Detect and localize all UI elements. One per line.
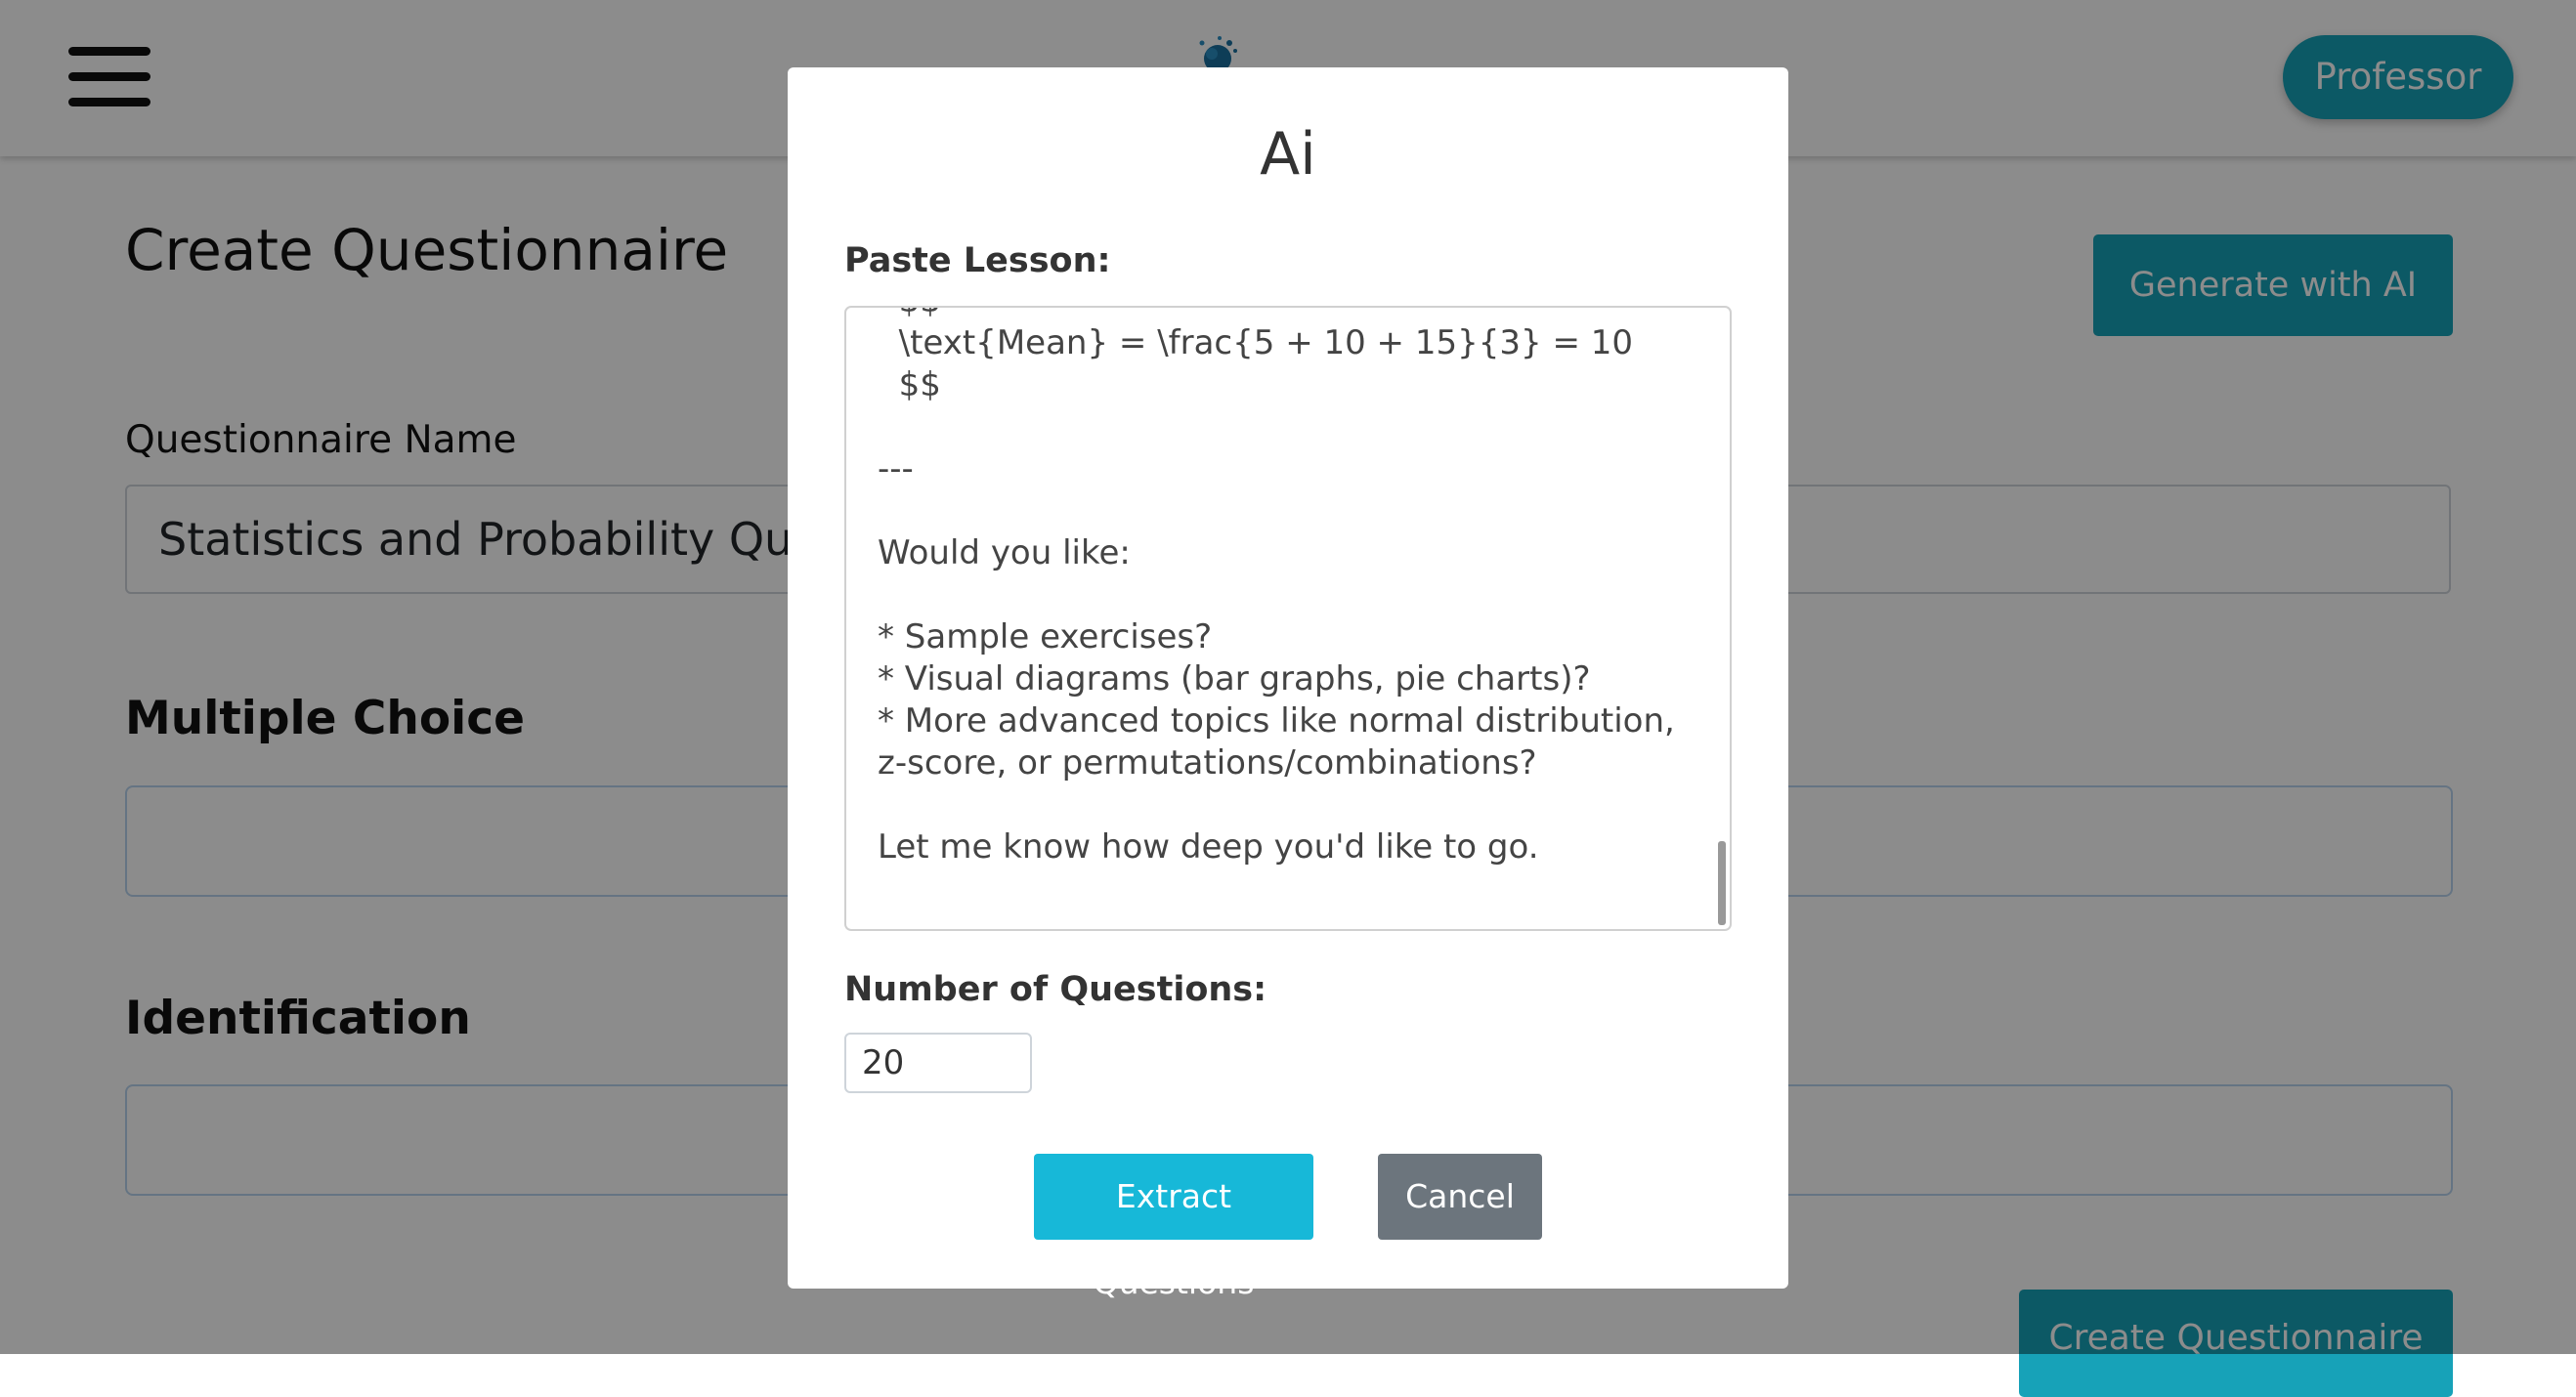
ai-modal: Ai Paste Lesson: $$ \text{Mean} = \frac{… (788, 67, 1788, 1301)
paste-lesson-label: Paste Lesson: (844, 241, 1111, 280)
lesson-text: $$ \text{Mean} = \frac{5 + 10 + 15}{3} =… (878, 308, 1675, 867)
cancel-button[interactable]: Cancel (1378, 1154, 1542, 1240)
number-of-questions-label: Number of Questions: (844, 970, 1267, 1009)
lesson-textarea[interactable]: $$ \text{Mean} = \frac{5 + 10 + 15}{3} =… (844, 306, 1732, 931)
modal-title: Ai (1260, 120, 1316, 189)
textarea-scrollbar[interactable] (1718, 841, 1726, 925)
number-of-questions-input[interactable]: 20 (844, 1033, 1032, 1093)
extract-questions-button[interactable]: Extract Questions (1034, 1154, 1313, 1301)
